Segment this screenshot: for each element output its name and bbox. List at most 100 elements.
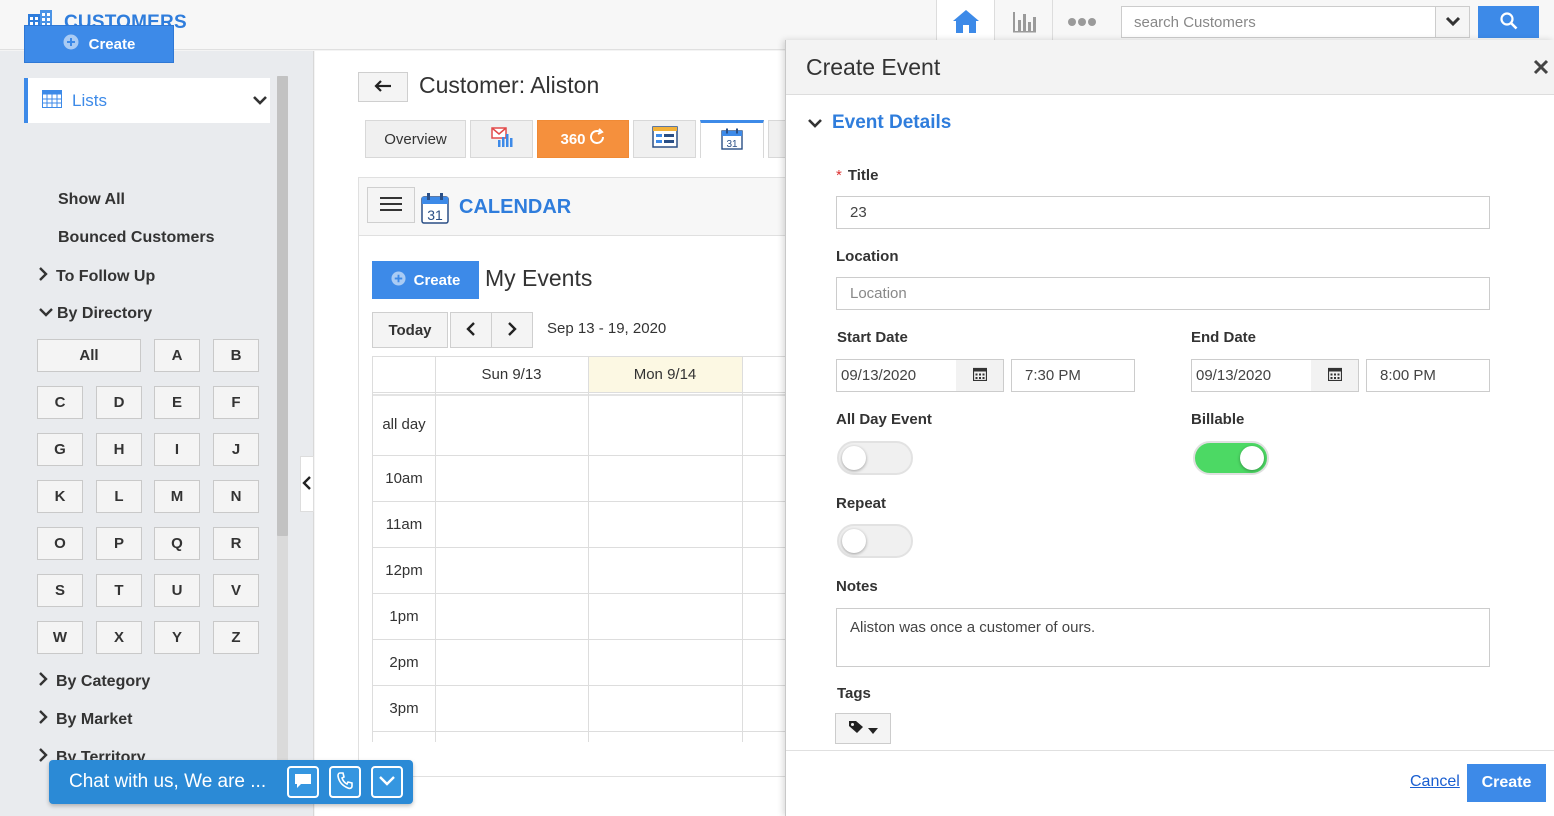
start-time-input[interactable] — [1011, 359, 1135, 392]
letter-y[interactable]: Y — [154, 621, 200, 654]
event-details-toggle[interactable]: Event Details — [808, 112, 951, 134]
repeat-toggle[interactable] — [837, 524, 913, 558]
start-date-input[interactable] — [836, 359, 957, 392]
letter-h[interactable]: H — [96, 433, 142, 466]
chat-text: Chat with us, We are ... — [69, 771, 267, 792]
tab-360[interactable]: 360 — [537, 120, 629, 158]
reports-button[interactable] — [994, 0, 1052, 44]
letter-m[interactable]: M — [154, 480, 200, 513]
letter-c[interactable]: C — [37, 386, 83, 419]
sidebar-item-by-category[interactable]: By Category — [38, 672, 150, 691]
form-icon — [651, 126, 678, 152]
billable-toggle[interactable] — [1193, 441, 1269, 475]
phone-icon — [337, 771, 353, 793]
tab-overview[interactable]: Overview — [365, 120, 466, 158]
sidebar-collapse-handle[interactable] — [300, 456, 314, 512]
search-dropdown[interactable] — [1435, 7, 1469, 37]
chat-phone-button[interactable] — [329, 766, 361, 798]
title-input[interactable] — [836, 196, 1490, 229]
letter-i[interactable]: I — [154, 433, 200, 466]
sidebar-item-bounced-customers[interactable]: Bounced Customers — [58, 229, 214, 247]
letter-e[interactable]: E — [154, 386, 200, 419]
letter-b[interactable]: B — [213, 339, 259, 372]
refresh-icon — [588, 128, 606, 150]
end-time-input[interactable] — [1366, 359, 1490, 392]
modal-create-button[interactable]: Create — [1467, 764, 1546, 802]
events-create-button[interactable]: Create — [372, 261, 479, 299]
toggle-knob — [1240, 446, 1264, 470]
customer-tabs: Overview 360 31 — [365, 120, 788, 158]
location-label: Location — [836, 248, 899, 265]
tab-calendar[interactable]: 31 — [700, 120, 764, 158]
events-create-label: Create — [413, 271, 461, 289]
calendar-icon — [972, 367, 987, 384]
all-day-label: all day — [382, 416, 426, 433]
lists-label: Lists — [72, 90, 107, 110]
all-day-toggle[interactable] — [837, 441, 913, 475]
back-button[interactable] — [358, 72, 408, 102]
chat-minimize-button[interactable] — [371, 766, 403, 798]
time-label: 12pm — [385, 562, 423, 579]
bar-chart-icon — [1010, 8, 1038, 37]
letter-g[interactable]: G — [37, 433, 83, 466]
tags-button[interactable] — [835, 713, 891, 744]
letter-q[interactable]: Q — [154, 527, 200, 560]
letter-a[interactable]: A — [154, 339, 200, 372]
tab-details[interactable] — [633, 120, 696, 158]
location-input[interactable] — [836, 277, 1490, 310]
lists-header[interactable]: Lists — [24, 78, 270, 123]
toggle-knob — [842, 446, 866, 470]
sidebar-create-label: Create — [88, 35, 136, 53]
today-button[interactable]: Today — [372, 312, 448, 348]
search-button[interactable] — [1478, 6, 1539, 38]
letter-r[interactable]: R — [213, 527, 259, 560]
home-button[interactable] — [936, 0, 994, 44]
sidebar-item-show-all[interactable]: Show All — [58, 191, 125, 209]
sidebar-item-to-follow-up[interactable]: To Follow Up — [38, 267, 155, 286]
calendar-menu-button[interactable] — [367, 187, 415, 223]
tag-icon — [848, 720, 864, 737]
letter-w[interactable]: W — [37, 621, 83, 654]
start-date-picker-button[interactable] — [956, 359, 1004, 392]
letter-z[interactable]: Z — [213, 621, 259, 654]
chat-message-button[interactable] — [287, 766, 319, 798]
day-header-sun[interactable]: Sun 9/13 — [435, 356, 588, 392]
search-input[interactable] — [1122, 7, 1435, 37]
letter-o[interactable]: O — [37, 527, 83, 560]
letter-p[interactable]: P — [96, 527, 142, 560]
sidebar-item-label: By Category — [56, 672, 151, 690]
letter-k[interactable]: K — [37, 480, 83, 513]
letter-s[interactable]: S — [37, 574, 83, 607]
calendar-icon: 31 — [421, 192, 449, 227]
tags-label: Tags — [837, 685, 871, 702]
end-date-picker-button[interactable] — [1311, 359, 1359, 392]
sidebar-item-by-directory[interactable]: By Directory — [38, 305, 152, 323]
letter-t[interactable]: T — [96, 574, 142, 607]
prev-week-button[interactable] — [450, 312, 492, 348]
sidebar-item-by-market[interactable]: By Market — [38, 710, 132, 729]
letter-l[interactable]: L — [96, 480, 142, 513]
end-date-input[interactable] — [1191, 359, 1312, 392]
notes-textarea[interactable]: Aliston was once a customer of ours. — [836, 608, 1490, 667]
sidebar-scrollbar[interactable] — [277, 76, 288, 536]
letter-u[interactable]: U — [154, 574, 200, 607]
letter-v[interactable]: V — [213, 574, 259, 607]
chat-bar[interactable]: Chat with us, We are ... — [49, 760, 413, 804]
modal-close-button[interactable] — [1533, 59, 1551, 77]
letter-n[interactable]: N — [213, 480, 259, 513]
email-chart-icon — [490, 126, 514, 152]
letter-j[interactable]: J — [213, 433, 259, 466]
day-header-mon[interactable]: Mon 9/14 — [588, 356, 742, 392]
tab-360-label: 360 — [560, 130, 586, 148]
plus-circle-icon — [391, 270, 406, 290]
letter-x[interactable]: X — [96, 621, 142, 654]
letter-f[interactable]: F — [213, 386, 259, 419]
more-button[interactable] — [1052, 0, 1110, 44]
next-week-button[interactable] — [491, 312, 533, 348]
cancel-link[interactable]: Cancel — [1410, 773, 1460, 791]
letter-all[interactable]: All — [37, 339, 141, 372]
tab-email-reports[interactable] — [470, 120, 533, 158]
sidebar-create-button[interactable]: Create — [24, 25, 174, 63]
letter-d[interactable]: D — [96, 386, 142, 419]
title-label: * Title — [836, 167, 879, 184]
